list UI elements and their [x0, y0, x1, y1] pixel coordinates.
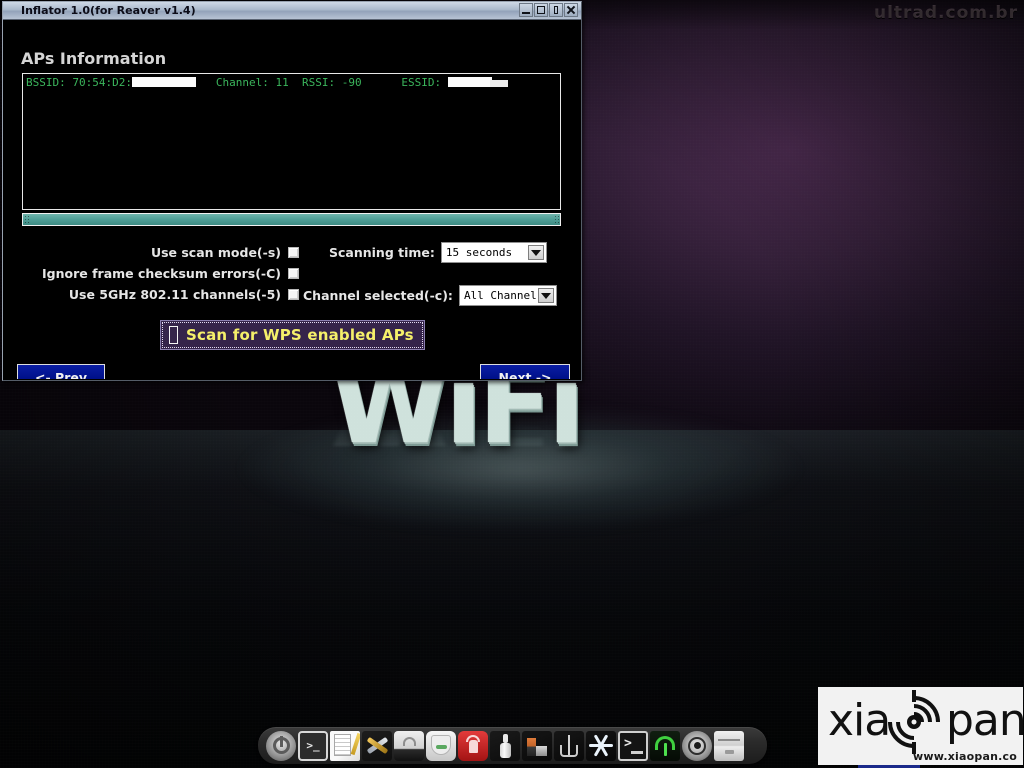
taskbar-dock	[258, 727, 767, 764]
chevron-down-icon[interactable]	[537, 288, 554, 303]
channel-selected-label: Channel selected(-c):	[303, 288, 453, 303]
page-title: APs Information	[21, 49, 167, 68]
deer-icon[interactable]	[458, 730, 488, 761]
scrollbar-grip-right	[554, 215, 559, 224]
wifi-signal-icon[interactable]	[650, 730, 680, 761]
shade-button[interactable]	[549, 3, 563, 17]
ap-list-textarea[interactable]: BSSID: 70:54:D2: Channel: 11 RSSI: -90 E…	[22, 73, 561, 210]
spacer-3	[289, 76, 302, 89]
window-body: APs Information BSSID: 70:54:D2: Channel…	[3, 20, 581, 379]
channel-selected-row: Channel selected(-c): All Channel	[303, 285, 557, 306]
channel-selected-select[interactable]: All Channel	[458, 285, 557, 306]
scan-wps-button[interactable]: Scan for WPS enabled APs	[160, 320, 425, 350]
rssi-label: RSSI:	[301, 76, 336, 89]
scanning-time-row: Scanning time: 15 seconds	[329, 242, 547, 263]
window-controls	[519, 3, 578, 17]
options-group: Use scan mode(-s) Ignore frame checksum …	[11, 242, 311, 305]
terminal2-icon[interactable]	[618, 730, 648, 761]
power-icon[interactable]	[266, 730, 296, 761]
spacer-1	[196, 76, 216, 89]
window-title: Inflator 1.0(for Reaver v1.4)	[21, 4, 196, 17]
close-button[interactable]	[564, 3, 578, 17]
bib-icon[interactable]	[426, 730, 456, 761]
tools-icon[interactable]	[362, 730, 392, 761]
bssid-redaction	[131, 77, 196, 87]
ap-list-row: BSSID: 70:54:D2: Channel: 11 RSSI: -90 E…	[26, 76, 560, 90]
archive-icon[interactable]	[714, 730, 744, 761]
option-label-5ghz: Use 5GHz 802.11 channels(-5)	[68, 287, 281, 302]
xiaopan-logo: xia pan www.xiaopan.co	[818, 687, 1023, 765]
scanning-time-label: Scanning time:	[329, 245, 435, 260]
logo-text-right: pan	[946, 695, 1023, 746]
option-label-scan-mode: Use scan mode(-s)	[150, 245, 281, 260]
essid-redaction	[447, 77, 492, 87]
flask-icon[interactable]	[554, 730, 584, 761]
desktop: WiFi WiFi ultrad.com.br Inflator 1.0(for…	[0, 0, 1024, 768]
channel-value: 11	[275, 76, 289, 89]
text-editor-icon[interactable]	[330, 730, 360, 761]
window-titlebar[interactable]: Inflator 1.0(for Reaver v1.4)	[3, 2, 581, 20]
scan-button-indicator	[169, 326, 178, 344]
minimize-button[interactable]	[519, 3, 533, 17]
checkbox-scan-mode[interactable]	[288, 247, 299, 258]
prev-button-label: <- Prev	[35, 369, 87, 380]
watermark-top: ultrad.com.br	[873, 3, 1018, 23]
option-row-ignore-checksum[interactable]: Ignore frame checksum errors(-C)	[11, 263, 311, 284]
option-row-5ghz[interactable]: Use 5GHz 802.11 channels(-5)	[11, 284, 311, 305]
channel-selected-value: All Channel	[463, 289, 537, 302]
option-label-ignore-checksum: Ignore frame checksum errors(-C)	[42, 266, 281, 281]
rssi-value: -90	[341, 76, 362, 89]
snowflake-icon[interactable]	[586, 730, 616, 761]
checkbox-ignore-checksum[interactable]	[288, 268, 299, 279]
scanner-icon[interactable]	[394, 730, 424, 761]
scrollbar-grip-left	[24, 215, 29, 224]
spacer-5	[362, 76, 402, 89]
chevron-down-icon[interactable]	[527, 245, 544, 260]
logo-url: www.xiaopan.co	[913, 750, 1017, 763]
channel-label: Channel:	[215, 76, 269, 89]
spacer-6	[441, 76, 448, 89]
target-icon[interactable]	[682, 730, 712, 761]
logo-text-left: xia	[828, 695, 891, 746]
factory-icon[interactable]	[522, 730, 552, 761]
ap-list-horizontal-scrollbar[interactable]	[22, 213, 561, 226]
essid-label: ESSID:	[401, 76, 442, 89]
next-button-label: Next ->	[498, 369, 552, 380]
bssid-label: BSSID:	[26, 76, 66, 89]
bottle-icon[interactable]	[490, 730, 520, 761]
essid-redaction-tail	[489, 80, 508, 87]
bssid-value-text: 70:54:D2:	[72, 76, 132, 89]
option-row-scan-mode[interactable]: Use scan mode(-s)	[11, 242, 311, 263]
maximize-button[interactable]	[534, 3, 548, 17]
inflator-window: Inflator 1.0(for Reaver v1.4) APs Inform…	[2, 1, 582, 381]
scanning-time-value: 15 seconds	[445, 246, 513, 259]
next-button[interactable]: Next ->	[480, 364, 570, 379]
checkbox-5ghz[interactable]	[288, 289, 299, 300]
spacer-4	[335, 76, 342, 89]
xiaopan-mark-icon	[888, 690, 940, 754]
terminal-icon[interactable]	[298, 730, 328, 761]
scanning-time-select[interactable]: 15 seconds	[440, 242, 547, 263]
prev-button[interactable]: <- Prev	[17, 364, 105, 379]
scan-button-label: Scan for WPS enabled APs	[186, 326, 414, 344]
